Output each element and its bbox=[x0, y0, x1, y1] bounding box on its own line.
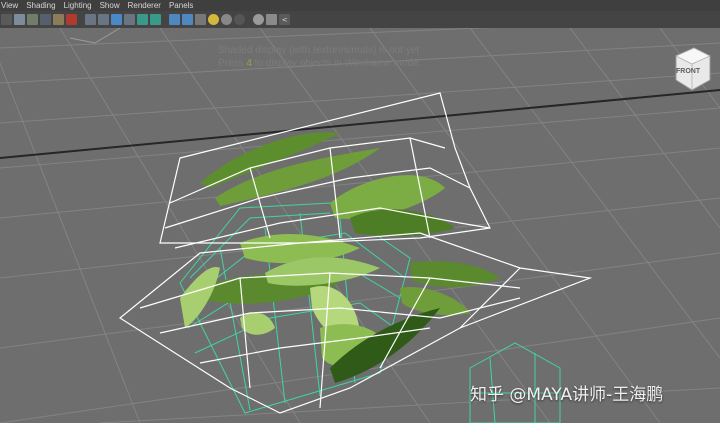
toolbar-separator bbox=[78, 14, 84, 25]
background-wire bbox=[69, 28, 121, 44]
leaf-geometry bbox=[180, 132, 500, 383]
toolbar-separator bbox=[246, 14, 252, 25]
gate-mask-icon[interactable] bbox=[98, 14, 109, 25]
hud-message-line2: Press 4 to display objects in Wireframe … bbox=[218, 57, 421, 70]
xray-icon[interactable] bbox=[221, 14, 232, 25]
viewport-hud-message: Shaded display (with textures/mats) is n… bbox=[218, 44, 421, 70]
watermark-text: 知乎 @MAYA讲师-王海鹏 bbox=[470, 385, 664, 405]
world-axis-line bbox=[0, 89, 720, 159]
safe-title-icon[interactable] bbox=[137, 14, 148, 25]
default-light-icon[interactable] bbox=[195, 14, 206, 25]
camera-attr-icon[interactable] bbox=[14, 14, 25, 25]
smooth-shade-icon[interactable] bbox=[169, 14, 180, 25]
safe-action-icon[interactable] bbox=[124, 14, 135, 25]
grid-toggle-icon[interactable] bbox=[53, 14, 64, 25]
image-plane-icon[interactable] bbox=[40, 14, 51, 25]
menu-renderer[interactable]: Renderer bbox=[124, 0, 165, 11]
scene-canvas[interactable] bbox=[0, 28, 720, 423]
resolution-gate-icon[interactable] bbox=[85, 14, 96, 25]
cube-icon[interactable] bbox=[266, 14, 277, 25]
hud-message-post: to display objects in Wireframe mode. bbox=[251, 58, 422, 69]
bookmark-icon[interactable] bbox=[27, 14, 38, 25]
menu-lighting[interactable]: Lighting bbox=[60, 0, 96, 11]
viewcube-label: FRONT bbox=[676, 68, 701, 75]
toolbar-separator bbox=[162, 14, 168, 25]
wireframe-icon[interactable] bbox=[150, 14, 161, 25]
sphere-icon[interactable] bbox=[253, 14, 264, 25]
share-icon[interactable]: < bbox=[279, 14, 290, 25]
field-chart-icon[interactable] bbox=[111, 14, 122, 25]
hud-message-pre: Press bbox=[218, 58, 247, 69]
textured-icon[interactable] bbox=[182, 14, 193, 25]
hud-message-line1: Shaded display (with textures/mats) is n… bbox=[218, 45, 420, 56]
panel-toolbar: < bbox=[0, 11, 720, 29]
maya-panel: View Shading Lighting Show Renderer Pane… bbox=[0, 0, 720, 423]
panel-menu-bar: View Shading Lighting Show Renderer Pane… bbox=[0, 0, 720, 11]
3d-viewport[interactable]: Shaded display (with textures/mats) is n… bbox=[0, 28, 720, 423]
menu-panels[interactable]: Panels bbox=[165, 0, 197, 11]
camera-select-icon[interactable] bbox=[1, 14, 12, 25]
menu-show[interactable]: Show bbox=[96, 0, 124, 11]
isolate-icon[interactable] bbox=[234, 14, 245, 25]
menu-shading[interactable]: Shading bbox=[22, 0, 59, 11]
menu-view[interactable]: View bbox=[0, 0, 22, 11]
film-gate-icon[interactable] bbox=[66, 14, 77, 25]
shadows-icon[interactable] bbox=[208, 14, 219, 25]
